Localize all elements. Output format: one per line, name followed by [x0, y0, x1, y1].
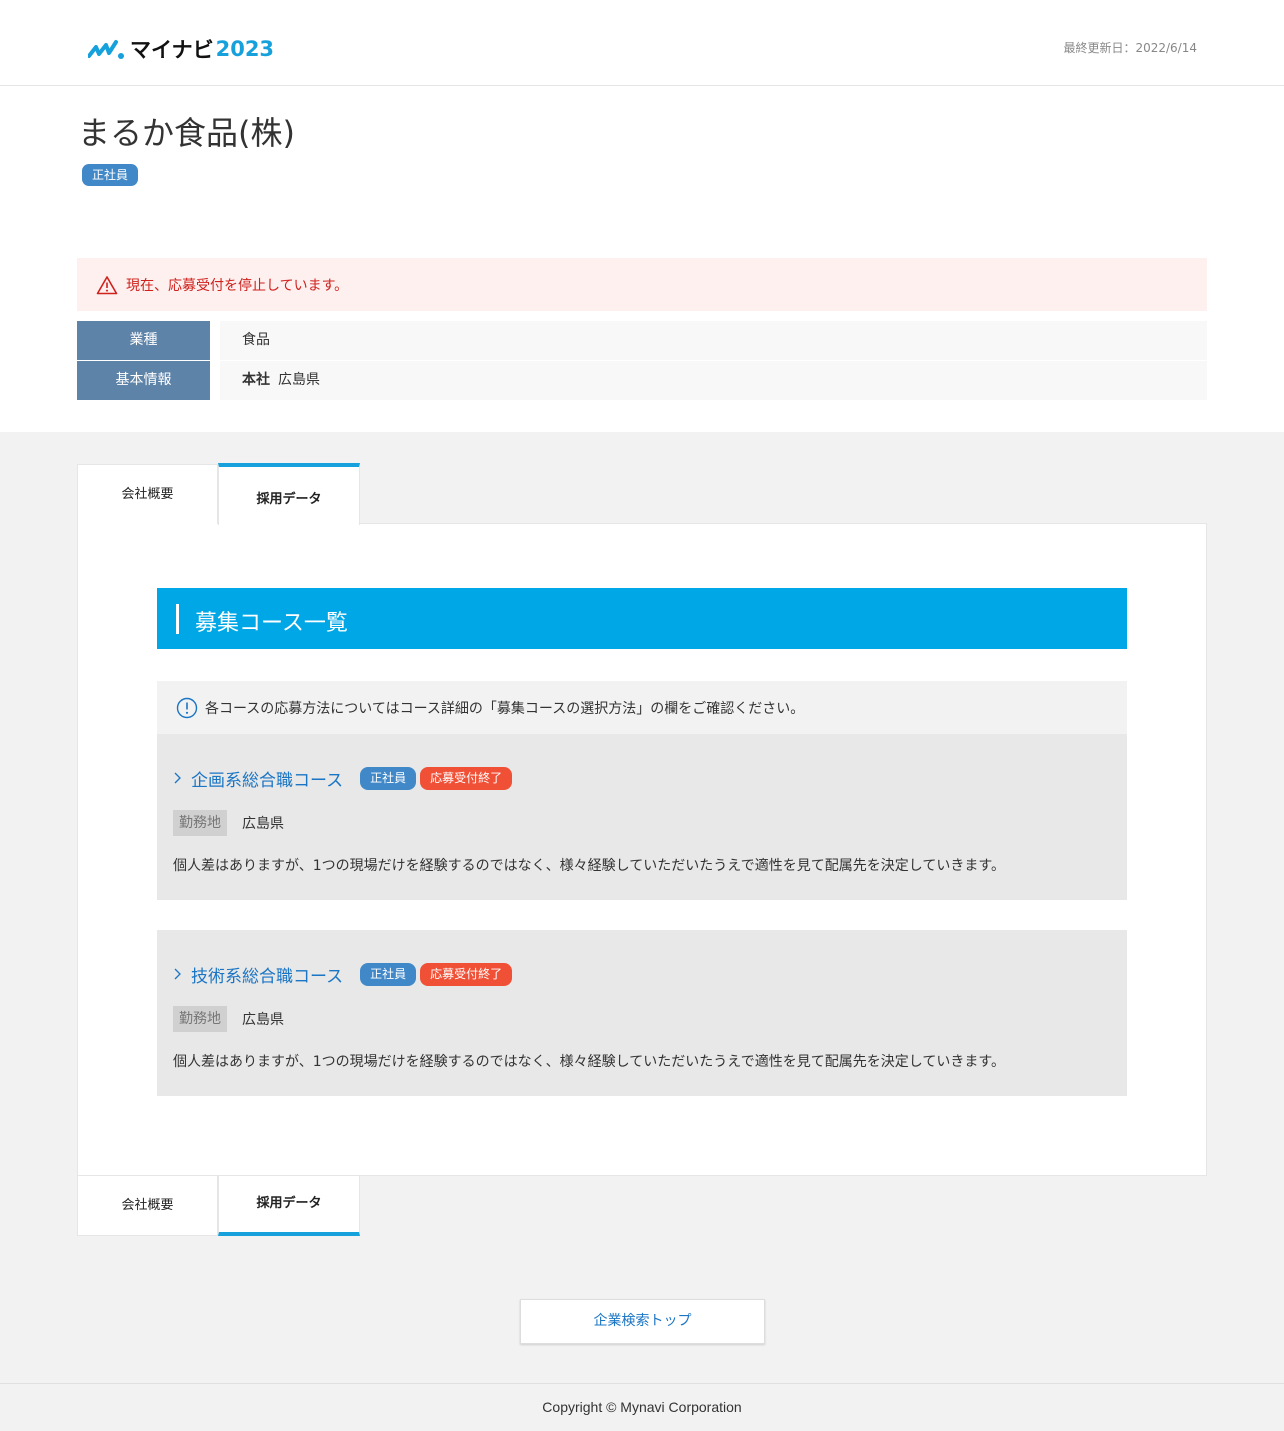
- section-header-bar: [176, 604, 179, 634]
- logo-year: 2023: [215, 37, 275, 61]
- course-title-link[interactable]: 企画系総合職コース: [191, 766, 343, 791]
- section-title: 募集コース一覧: [195, 611, 348, 636]
- mynavi-logo-icon: [88, 40, 124, 59]
- info-value: 食品: [220, 321, 1207, 360]
- course-description: 個人差はありますが、1つの現場だけを経験するのではなく、様々経験していただいたう…: [173, 858, 1005, 874]
- industry-value: 食品: [242, 332, 270, 348]
- info-key: 基本情報: [77, 361, 210, 400]
- course-title-row: 企画系総合職コース 正社員 応募受付終了: [173, 766, 516, 791]
- company-name: まるか食品(株): [78, 114, 295, 152]
- course-location: 勤務地 広島県: [173, 810, 284, 836]
- tab-company-overview[interactable]: 会社概要: [77, 464, 218, 524]
- notice-text: 各コースの応募方法についてはコース詳細の「募集コースの選択方法」の欄をご確認くだ…: [205, 700, 805, 717]
- chevron-right-icon: [174, 968, 181, 980]
- info-icon: [176, 697, 198, 718]
- site-footer: Copyright © Mynavi Corporation: [0, 1383, 1284, 1431]
- mynavi-logo[interactable]: マイナビ 2023: [88, 34, 274, 64]
- employment-type-badge: 正社員: [82, 164, 139, 186]
- company-search-top-button[interactable]: 企業検索トップ: [520, 1299, 765, 1344]
- location-label: 勤務地: [173, 810, 227, 836]
- chevron-right-icon: [174, 772, 181, 784]
- info-key: 業種: [77, 321, 210, 360]
- headquarters-label: 本社: [242, 372, 270, 388]
- tab-company-overview-bottom[interactable]: 会社概要: [77, 1176, 218, 1236]
- alert-text: 現在、応募受付を停止しています。: [126, 277, 349, 294]
- location-value: 広島県: [242, 816, 284, 832]
- info-row-basic: 基本情報 本社 広島県: [77, 361, 1207, 400]
- employment-type-badge: 正社員: [360, 766, 417, 790]
- location-label: 勤務地: [173, 1006, 227, 1032]
- course-notice: 各コースの応募方法についてはコース詳細の「募集コースの選択方法」の欄をご確認くだ…: [157, 681, 1127, 734]
- course-description: 個人差はありますが、1つの現場だけを経験するのではなく、様々経験していただいたう…: [173, 1054, 1005, 1070]
- course-title-link[interactable]: 技術系総合職コース: [191, 962, 343, 987]
- warning-icon: [96, 275, 118, 294]
- course-title-row: 技術系総合職コース 正社員 応募受付終了: [173, 962, 516, 987]
- location-value: 広島県: [242, 1012, 284, 1028]
- application-closed-alert: 現在、応募受付を停止しています。: [77, 258, 1207, 311]
- status-badge: 応募受付終了: [420, 962, 513, 986]
- info-row-industry: 業種 食品: [77, 321, 1207, 360]
- section-header: 募集コース一覧: [157, 588, 1127, 649]
- info-value: 本社 広島県: [220, 361, 1207, 400]
- tab-recruit-data[interactable]: 採用データ: [218, 463, 360, 525]
- course-card: 技術系総合職コース 正社員 応募受付終了 勤務地 広島県 個人差はありますが、1…: [157, 930, 1127, 1096]
- course-location: 勤務地 広島県: [173, 1006, 284, 1032]
- logo-name: マイナビ: [130, 38, 214, 62]
- last-updated: 最終更新日：2022/6/14: [1063, 41, 1197, 55]
- headquarters-value: 広島県: [278, 372, 320, 388]
- employment-type-badge: 正社員: [360, 962, 417, 986]
- tab-recruit-data-bottom[interactable]: 採用データ: [218, 1176, 360, 1236]
- site-header: マイナビ 2023 最終更新日：2022/6/14: [0, 0, 1284, 86]
- course-card: 企画系総合職コース 正社員 応募受付終了 勤務地 広島県 個人差はありますが、1…: [157, 734, 1127, 900]
- copyright-text: Copyright © Mynavi Corporation: [542, 1399, 742, 1415]
- status-badge: 応募受付終了: [420, 766, 513, 790]
